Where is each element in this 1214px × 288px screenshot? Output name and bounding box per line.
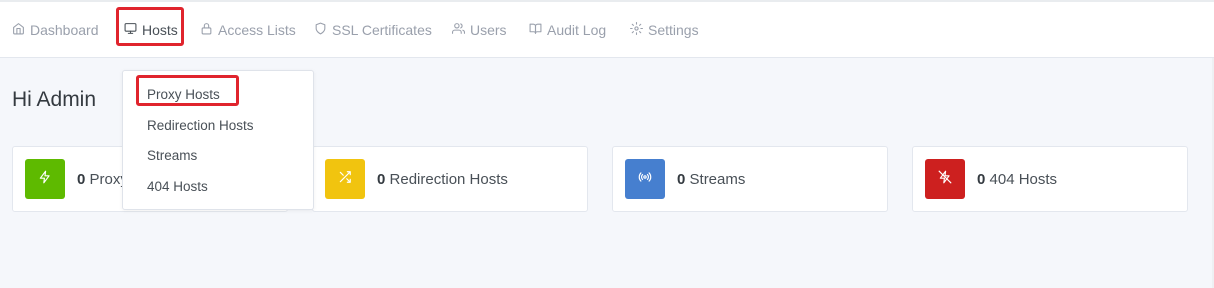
card-redirection-hosts[interactable]: 0 Redirection Hosts	[312, 146, 588, 212]
card-redirection-text: 0 Redirection Hosts	[377, 171, 508, 188]
gear-icon	[630, 22, 643, 38]
card-proxy-count: 0	[77, 171, 86, 188]
nav-hosts[interactable]: Hosts	[124, 2, 178, 58]
card-redirection-label: Redirection Hosts	[389, 171, 508, 188]
nav-audit-log-label: Audit Log	[547, 22, 607, 38]
nav-dashboard[interactable]: Dashboard	[12, 2, 99, 58]
card-streams-label: Streams	[689, 171, 746, 188]
zap-off-icon	[938, 170, 952, 189]
zap-icon	[38, 170, 52, 189]
card-proxy-text: 0 Proxy	[77, 171, 128, 188]
card-redirection-icon-box	[325, 159, 365, 199]
nav-audit-log[interactable]: Audit Log	[529, 2, 606, 58]
card-404-text: 0 404 Hosts	[977, 171, 1057, 188]
nav-settings[interactable]: Settings	[630, 2, 699, 58]
book-icon	[529, 22, 542, 38]
nav-users[interactable]: Users	[452, 2, 507, 58]
monitor-icon	[124, 22, 137, 38]
nav-ssl-label: SSL Certificates	[332, 22, 432, 38]
nav-access-lists-label: Access Lists	[218, 22, 296, 38]
menu-item-streams[interactable]: Streams	[147, 148, 197, 163]
nav-ssl-certificates[interactable]: SSL Certificates	[314, 2, 432, 58]
card-streams-text: 0 Streams	[677, 171, 745, 188]
hosts-dropdown-menu: Proxy Hosts Redirection Hosts Streams 40…	[122, 70, 314, 210]
card-404-label: 404 Hosts	[989, 171, 1058, 188]
nav-dashboard-label: Dashboard	[30, 22, 99, 38]
nav-users-label: Users	[470, 22, 507, 38]
menu-item-proxy-hosts[interactable]: Proxy Hosts	[147, 87, 220, 102]
nav-settings-label: Settings	[648, 22, 699, 38]
lock-icon	[200, 22, 213, 38]
home-icon	[12, 22, 25, 38]
nav-hosts-label: Hosts	[142, 22, 178, 38]
menu-item-404-hosts[interactable]: 404 Hosts	[147, 179, 208, 194]
users-icon	[452, 22, 465, 38]
card-404-count: 0	[977, 171, 986, 188]
shuffle-icon	[338, 170, 352, 189]
shield-icon	[314, 22, 327, 38]
card-404-icon-box	[925, 159, 965, 199]
card-redirection-count: 0	[377, 171, 386, 188]
card-streams-count: 0	[677, 171, 686, 188]
nav-access-lists[interactable]: Access Lists	[200, 2, 296, 58]
card-404-hosts[interactable]: 0 404 Hosts	[912, 146, 1188, 212]
card-streams[interactable]: 0 Streams	[612, 146, 888, 212]
card-streams-icon-box	[625, 159, 665, 199]
menu-item-redirection-hosts[interactable]: Redirection Hosts	[147, 118, 254, 133]
radio-icon	[638, 170, 652, 189]
main-navbar: Dashboard Hosts Access Lists SSL Certifi…	[0, 2, 1214, 58]
card-proxy-icon-box	[25, 159, 65, 199]
page-greeting: Hi Admin	[12, 88, 97, 111]
